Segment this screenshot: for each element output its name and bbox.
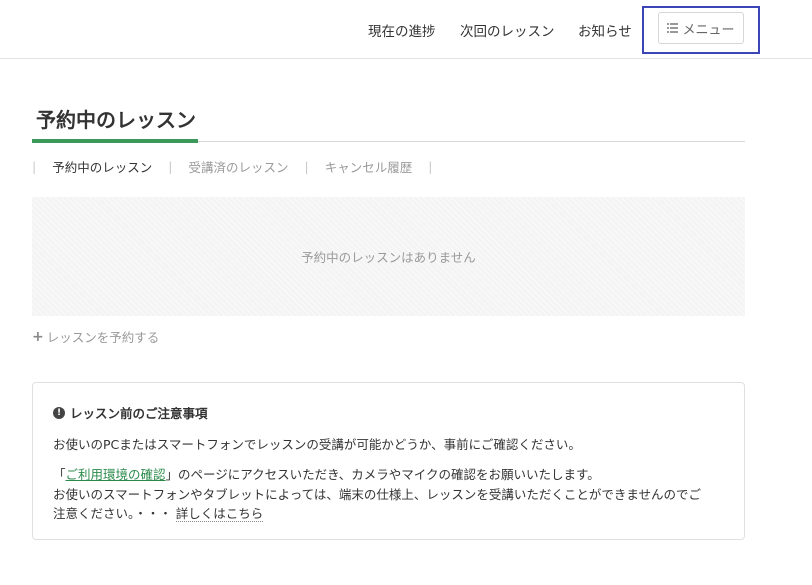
nav-next-lesson-link[interactable]: 次回のレッスン xyxy=(460,20,555,40)
title-accent-bar xyxy=(32,139,198,143)
tab-cancel-history[interactable]: キャンセル履歴 xyxy=(309,157,429,176)
notice-title-text: レッスン前のご注意事項 xyxy=(70,406,208,421)
top-header: 現在の進捗 次回のレッスン お知らせ メニュー xyxy=(0,0,812,59)
notice-line-1: お使いのPCまたはスマートフォンでレッスンの受講が可能かどうか、事前にご確認くだ… xyxy=(53,437,581,452)
page-title: 予約中のレッスン xyxy=(36,108,196,132)
reserve-lesson-link[interactable]: + レッスンを予約する xyxy=(32,327,159,346)
notice-title: ! レッスン前のご注意事項 xyxy=(53,403,208,422)
lesson-subtabs: | 予約中のレッスン | 受講済のレッスン | キャンセル履歴 | xyxy=(32,157,433,176)
menu-button[interactable]: メニュー xyxy=(658,12,744,44)
plus-icon: + xyxy=(32,328,44,345)
tab-completed-lessons[interactable]: 受講済のレッスン xyxy=(172,157,304,176)
list-icon xyxy=(667,23,679,33)
nav-news-link[interactable]: お知らせ xyxy=(578,20,632,40)
reserve-lesson-label: レッスンを予約する xyxy=(46,330,160,345)
details-link[interactable]: 詳しくはこちら xyxy=(175,506,264,522)
notice-line-3: お使いのスマートフォンやタブレットによっては、端末の仕様上、レッスンを受講いただ… xyxy=(53,487,702,502)
environment-check-link[interactable]: ご利用環境の確認 xyxy=(66,467,166,482)
nav-progress-link[interactable]: 現在の進捗 xyxy=(368,20,436,40)
empty-message: 予約中のレッスンはありません xyxy=(301,250,476,265)
exclamation-icon: ! xyxy=(53,406,65,419)
tab-reserved-lessons[interactable]: 予約中のレッスン xyxy=(36,157,168,176)
notice-box: ! レッスン前のご注意事項 お使いのPCまたはスマートフォンでレッスンの受講が可… xyxy=(32,382,745,540)
menu-button-label: メニュー xyxy=(682,22,735,38)
notice-line-2: 「ご利用環境の確認」のページにアクセスいただき、カメラやマイクの確認をお願いいた… xyxy=(53,467,600,482)
notice-line-4: 注意ください。・・・ 詳しくはこちら xyxy=(53,506,264,522)
empty-reservations-panel: 予約中のレッスンはありません xyxy=(32,197,745,316)
